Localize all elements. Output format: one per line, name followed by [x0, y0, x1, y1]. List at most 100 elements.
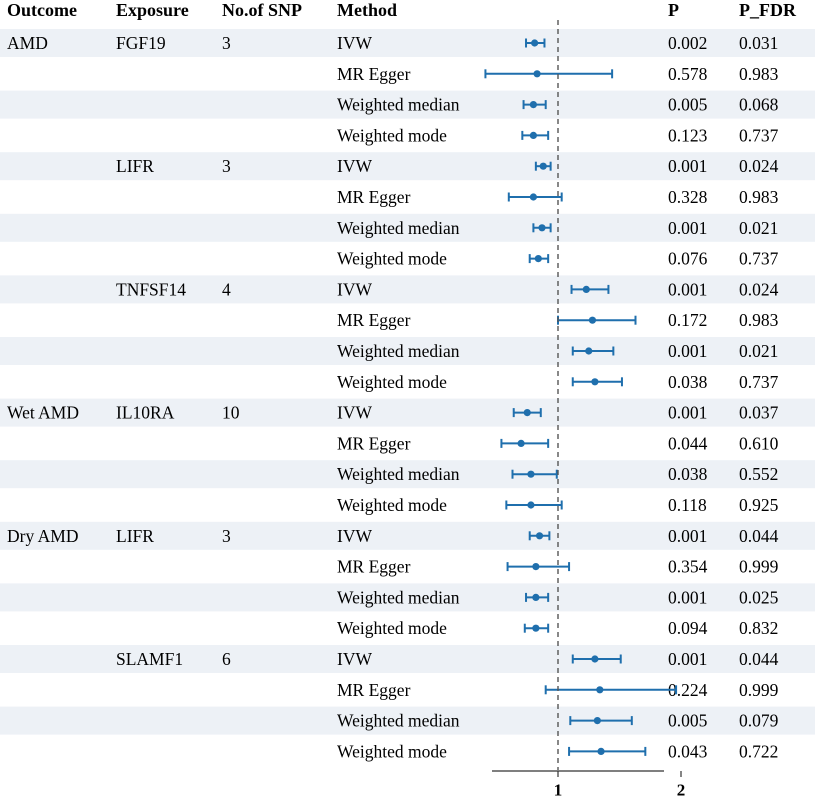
cell-method: Weighted mode — [337, 741, 447, 761]
cell-method: Weighted median — [337, 464, 460, 484]
cell-method: IVW — [337, 33, 372, 53]
cell-exposure: SLAMF1 — [116, 649, 183, 669]
cell-p-fdr: 0.079 — [739, 711, 779, 731]
point-estimate — [534, 255, 542, 263]
column-header-nsnp: No.of SNP — [222, 0, 302, 20]
cell-p-fdr: 0.983 — [739, 64, 779, 84]
cell-method: IVW — [337, 649, 372, 669]
cell-method: Weighted median — [337, 95, 460, 115]
cell-p-fdr: 0.999 — [739, 680, 779, 700]
point-estimate — [533, 70, 541, 78]
cell-nsnp: 10 — [222, 403, 240, 423]
cell-p: 0.038 — [668, 372, 708, 392]
cell-method: MR Egger — [337, 64, 411, 84]
cell-method: Weighted mode — [337, 125, 447, 145]
point-estimate — [532, 624, 540, 632]
cell-method: MR Egger — [337, 187, 411, 207]
point-estimate — [529, 101, 538, 109]
point-estimate — [538, 224, 546, 232]
cell-p: 0.044 — [668, 433, 708, 453]
cell-method: Weighted median — [337, 711, 460, 731]
cell-p-fdr: 0.552 — [739, 464, 778, 484]
cell-p: 0.123 — [668, 125, 708, 145]
cell-p-fdr: 0.737 — [739, 249, 779, 269]
forest-plot: Outcome Exposure No.of SNP Method P P_FDR AMD… — [0, 0, 815, 799]
cell-method: Weighted median — [337, 587, 460, 607]
point-estimate — [531, 39, 539, 47]
cell-nsnp: 3 — [222, 33, 231, 53]
cell-p: 0.043 — [668, 741, 708, 761]
cell-p-fdr: 0.983 — [739, 187, 779, 207]
cell-method: IVW — [337, 156, 372, 176]
cell-outcome: AMD — [7, 33, 48, 53]
cell-p: 0.076 — [668, 249, 708, 269]
point-estimate — [591, 655, 599, 663]
point-estimate — [532, 593, 540, 602]
point-estimate — [596, 686, 604, 694]
point-estimate — [585, 347, 593, 355]
cell-p-fdr: 0.024 — [739, 156, 779, 176]
x-axis: 12 — [492, 770, 686, 799]
cell-method: Weighted median — [337, 341, 460, 361]
cell-p: 0.001 — [668, 279, 707, 299]
column-header-method: Method — [337, 0, 397, 20]
cell-method: MR Egger — [337, 557, 411, 577]
cell-method: Weighted mode — [337, 495, 447, 515]
cell-nsnp: 3 — [222, 156, 231, 176]
cell-method: IVW — [337, 403, 372, 423]
cell-method: Weighted median — [337, 218, 460, 238]
cell-p-fdr: 0.021 — [739, 341, 778, 361]
cell-p-fdr: 0.983 — [739, 310, 779, 330]
cell-exposure: LIFR — [116, 526, 154, 546]
cell-p: 0.001 — [668, 403, 707, 423]
column-header-p_fdr: P_FDR — [739, 0, 797, 20]
point-estimate — [582, 285, 590, 293]
cell-p: 0.328 — [668, 187, 708, 207]
cell-nsnp: 4 — [222, 279, 231, 299]
x-tick-label: 1 — [554, 781, 563, 799]
point-estimate — [523, 409, 531, 417]
point-estimate — [588, 316, 597, 324]
cell-p-fdr: 0.044 — [739, 649, 779, 669]
cell-p: 0.172 — [668, 310, 707, 330]
cell-p: 0.578 — [668, 64, 708, 84]
point-estimate — [532, 563, 540, 571]
point-estimate — [529, 131, 538, 139]
cell-exposure: LIFR — [116, 156, 154, 176]
x-tick-label: 2 — [677, 781, 686, 799]
column-header-outcome: Outcome — [7, 0, 77, 20]
cell-p-fdr: 0.925 — [739, 495, 779, 515]
cell-outcome: Wet AMD — [7, 403, 79, 423]
point-estimate — [591, 378, 599, 386]
point-estimate — [529, 193, 538, 201]
cell-method: MR Egger — [337, 680, 411, 700]
point-estimate — [517, 439, 525, 447]
point-estimate — [527, 501, 535, 509]
cell-exposure: FGF19 — [116, 33, 166, 53]
cell-method: Weighted mode — [337, 249, 447, 269]
column-header-p: P — [668, 0, 679, 20]
cell-p: 0.001 — [668, 218, 707, 238]
point-estimate — [527, 470, 535, 478]
column-header-exposure: Exposure — [116, 0, 189, 20]
cell-p-fdr: 0.037 — [739, 403, 779, 423]
point-estimate — [597, 747, 605, 756]
cell-p-fdr: 0.068 — [739, 95, 779, 115]
cell-method: IVW — [337, 526, 372, 546]
cell-p: 0.354 — [668, 557, 708, 577]
cell-method: Weighted mode — [337, 372, 447, 392]
cell-p: 0.005 — [668, 95, 708, 115]
cell-p-fdr: 0.999 — [739, 557, 779, 577]
cell-nsnp: 6 — [222, 649, 231, 669]
cell-p: 0.002 — [668, 33, 707, 53]
cell-nsnp: 3 — [222, 526, 231, 546]
column-headers: Outcome Exposure No.of SNP Method P P_FDR — [7, 0, 797, 20]
cell-exposure: IL10RA — [116, 403, 175, 423]
cell-p: 0.001 — [668, 649, 707, 669]
cell-p-fdr: 0.737 — [739, 372, 779, 392]
point-estimate — [593, 717, 601, 725]
cell-p: 0.001 — [668, 587, 707, 607]
point-estimate — [535, 532, 544, 540]
cell-p-fdr: 0.610 — [739, 433, 779, 453]
cell-p: 0.094 — [668, 618, 708, 638]
